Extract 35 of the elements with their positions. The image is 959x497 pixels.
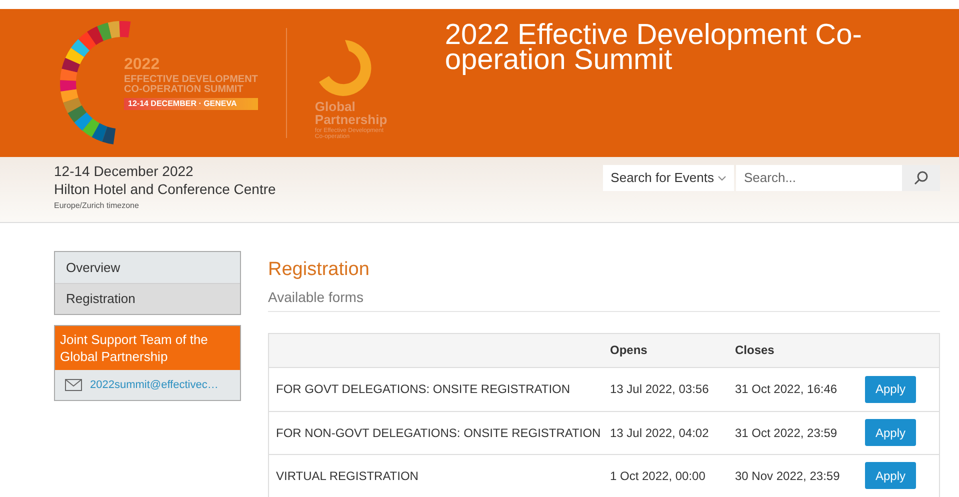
contact-title: Joint Support Team of the Global Partnership [55,326,240,370]
column-header: Closes [735,342,776,359]
summit-title: 2022 Effective Development Co-operation Summit [444,23,863,73]
partner-logo-text: Partnership [314,113,388,126]
logo-year: 2022 [124,56,161,72]
search-field[interactable]: Search... [736,165,902,191]
event-dates: 12-14 December 2022 [54,163,194,180]
table-cell-text: FOR GOVT DELEGATIONS: ONSITE REGISTRATION [275,381,572,398]
table-cell-text: VIRTUAL REGISTRATION [275,468,420,484]
table-cell-text: 13 Jul 2022, 04:02 [610,424,710,442]
table-cell-text: 31 Oct 2022, 23:59 [735,424,838,442]
table-cell-text: FOR NON-GOVT DELEGATIONS: ONSITE REGISTRATION [275,424,602,442]
menu-item[interactable]: Registration [55,283,240,314]
search-button[interactable] [902,165,940,191]
search-scope-dropdown[interactable]: Search for Events [602,165,734,191]
table-cell-text: 31 Oct 2022, 16:46 [735,381,838,398]
logo-text: CO-OPERATION SUMMIT [124,84,244,94]
apply-button[interactable]: Apply [865,376,916,402]
apply-button[interactable]: Apply [865,419,916,446]
apply-button[interactable]: Apply [865,462,916,489]
partner-logo-text: Global [314,100,356,113]
column-header: Opens [610,342,648,359]
chevron-icon [718,176,726,180]
table-cell-text: 1 Oct 2022, 00:00 [610,468,706,484]
logo-dates: 12-14 DECEMBER · GENEVA [124,98,258,110]
event-timezone: Europe/Zurich timezone [54,201,140,211]
envelope-icon [65,379,82,391]
logo-text: EFFECTIVE DEVELOPMENT [124,74,258,84]
search-icon [913,170,929,186]
event-venue: Hilton Hotel and Conference Centre [54,180,276,198]
table-cell-text: 13 Jul 2022, 03:56 [610,381,710,398]
table-cell-text: 30 Nov 2022, 23:59 [735,468,841,484]
page-subtitle: Available forms [268,286,940,312]
page-title: Registration [268,258,370,282]
menu-item[interactable]: Overview [55,252,240,283]
